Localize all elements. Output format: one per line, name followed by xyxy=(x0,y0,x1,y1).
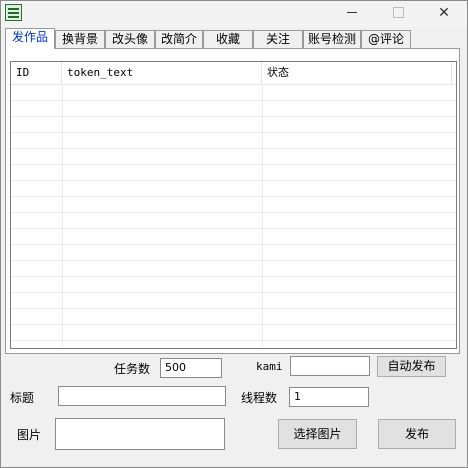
select-image-button[interactable]: 选择图片 xyxy=(278,419,357,449)
table-header: ID token_text 状态 xyxy=(11,62,456,85)
tab-change-bio[interactable]: 改简介 xyxy=(155,30,203,48)
table-row-divider xyxy=(11,228,456,229)
maximize-icon xyxy=(392,7,404,18)
table-column-divider xyxy=(262,84,263,348)
column-header-id[interactable]: ID xyxy=(11,62,62,84)
table-row-divider xyxy=(11,244,456,245)
close-button[interactable]: ✕ xyxy=(421,1,467,27)
tab-change-background[interactable]: 换背景 xyxy=(55,30,105,48)
tab-account-check[interactable]: 账号检测 xyxy=(303,30,361,48)
table-row-divider xyxy=(11,308,456,309)
table-row-divider xyxy=(11,292,456,293)
tab-publish-works[interactable]: 发作品 xyxy=(5,28,55,49)
table-row-divider xyxy=(11,164,456,165)
thread-count-input[interactable]: 1 xyxy=(289,387,369,407)
title-bar: ✕ xyxy=(1,1,467,27)
thread-count-label: 线程数 xyxy=(241,391,278,405)
maximize-button[interactable] xyxy=(375,1,421,27)
table-row-divider xyxy=(11,148,456,149)
task-count-label: 任务数 xyxy=(114,362,151,376)
image-label: 图片 xyxy=(17,428,42,442)
publish-button[interactable]: 发布 xyxy=(378,419,456,449)
app-icon xyxy=(5,4,22,21)
table-row-divider xyxy=(11,340,456,341)
task-count-input[interactable]: 500 xyxy=(160,358,222,378)
table-column-divider xyxy=(62,84,63,348)
tab-favorites[interactable]: 收藏 xyxy=(203,30,253,48)
accounts-table[interactable]: ID token_text 状态 xyxy=(10,61,457,349)
kami-label: kami xyxy=(256,360,283,373)
title-input[interactable] xyxy=(58,386,226,406)
column-header-status[interactable]: 状态 xyxy=(262,62,452,84)
column-header-token-text[interactable]: token_text xyxy=(62,62,262,84)
tab-follow[interactable]: 关注 xyxy=(253,30,303,48)
minimize-button[interactable] xyxy=(329,1,375,27)
app-window: ✕ 发作品 换背景 改头像 改简介 收藏 关注 账号检测 @评论 ID toke… xyxy=(0,0,468,468)
kami-input[interactable] xyxy=(290,356,370,376)
table-row-divider xyxy=(11,260,456,261)
tab-mention-comment[interactable]: @评论 xyxy=(361,30,411,48)
table-row-divider xyxy=(11,212,456,213)
table-row-divider xyxy=(11,196,456,197)
table-row-divider xyxy=(11,276,456,277)
tab-panel: ID token_text 状态 xyxy=(5,48,460,354)
table-row-divider xyxy=(11,180,456,181)
table-row-divider xyxy=(11,132,456,133)
tab-change-avatar[interactable]: 改头像 xyxy=(105,30,155,48)
close-icon: ✕ xyxy=(438,5,450,21)
table-row-divider xyxy=(11,116,456,117)
minimize-icon xyxy=(347,12,357,13)
table-row-divider xyxy=(11,324,456,325)
table-row-divider xyxy=(11,100,456,101)
title-label: 标题 xyxy=(10,391,35,405)
auto-publish-button[interactable]: 自动发布 xyxy=(377,356,446,377)
image-path-input[interactable] xyxy=(55,418,225,450)
